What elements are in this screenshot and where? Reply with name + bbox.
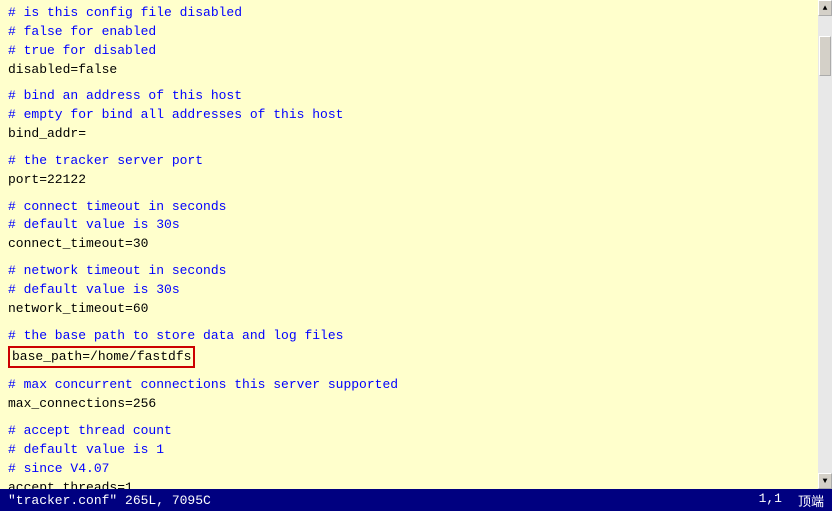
code-line: max_connections=256 (8, 395, 824, 414)
status-right: 1,1 顶端 (759, 491, 824, 510)
code-line (8, 368, 824, 376)
code-area[interactable]: # is this config file disabled# false fo… (0, 0, 832, 489)
scroll-down-button[interactable]: ▼ (818, 473, 832, 489)
scroll-position: 顶端 (798, 491, 824, 510)
code-line: # the tracker server port (8, 152, 824, 171)
code-line (8, 144, 824, 152)
code-line: # default value is 30s (8, 281, 824, 300)
code-line (8, 190, 824, 198)
code-line: # since V4.07 (8, 460, 824, 479)
code-line: # connect timeout in seconds (8, 198, 824, 217)
code-line: # bind an address of this host (8, 87, 824, 106)
scroll-up-button[interactable]: ▲ (818, 0, 832, 16)
editor-container: # is this config file disabled# false fo… (0, 0, 832, 511)
code-line: base_path=/home/fastdfs (8, 346, 824, 369)
code-line: # max concurrent connections this server… (8, 376, 824, 395)
code-line: accept_threads=1 (8, 479, 824, 489)
scrollbar[interactable]: ▲ ▼ (818, 0, 832, 489)
code-line: disabled=false (8, 61, 824, 80)
code-line: # empty for bind all addresses of this h… (8, 106, 824, 125)
scroll-thumb[interactable] (819, 36, 831, 76)
cursor-position: 1,1 (759, 491, 782, 510)
code-line: # the base path to store data and log fi… (8, 327, 824, 346)
status-bar: "tracker.conf" 265L, 7095C 1,1 顶端 (0, 489, 832, 511)
code-line: # default value is 1 (8, 441, 824, 460)
code-line: # network timeout in seconds (8, 262, 824, 281)
code-line: # default value is 30s (8, 216, 824, 235)
code-line: network_timeout=60 (8, 300, 824, 319)
code-line: port=22122 (8, 171, 824, 190)
scroll-track[interactable] (818, 16, 832, 473)
code-line (8, 254, 824, 262)
code-line: connect_timeout=30 (8, 235, 824, 254)
code-line (8, 414, 824, 422)
lines-container: # is this config file disabled# false fo… (8, 4, 824, 489)
code-line: bind_addr= (8, 125, 824, 144)
code-line: # accept thread count (8, 422, 824, 441)
code-line (8, 79, 824, 87)
code-line (8, 319, 824, 327)
status-filename: "tracker.conf" 265L, 7095C (8, 493, 211, 508)
code-line: # is this config file disabled (8, 4, 824, 23)
code-line: # true for disabled (8, 42, 824, 61)
code-line: # false for enabled (8, 23, 824, 42)
